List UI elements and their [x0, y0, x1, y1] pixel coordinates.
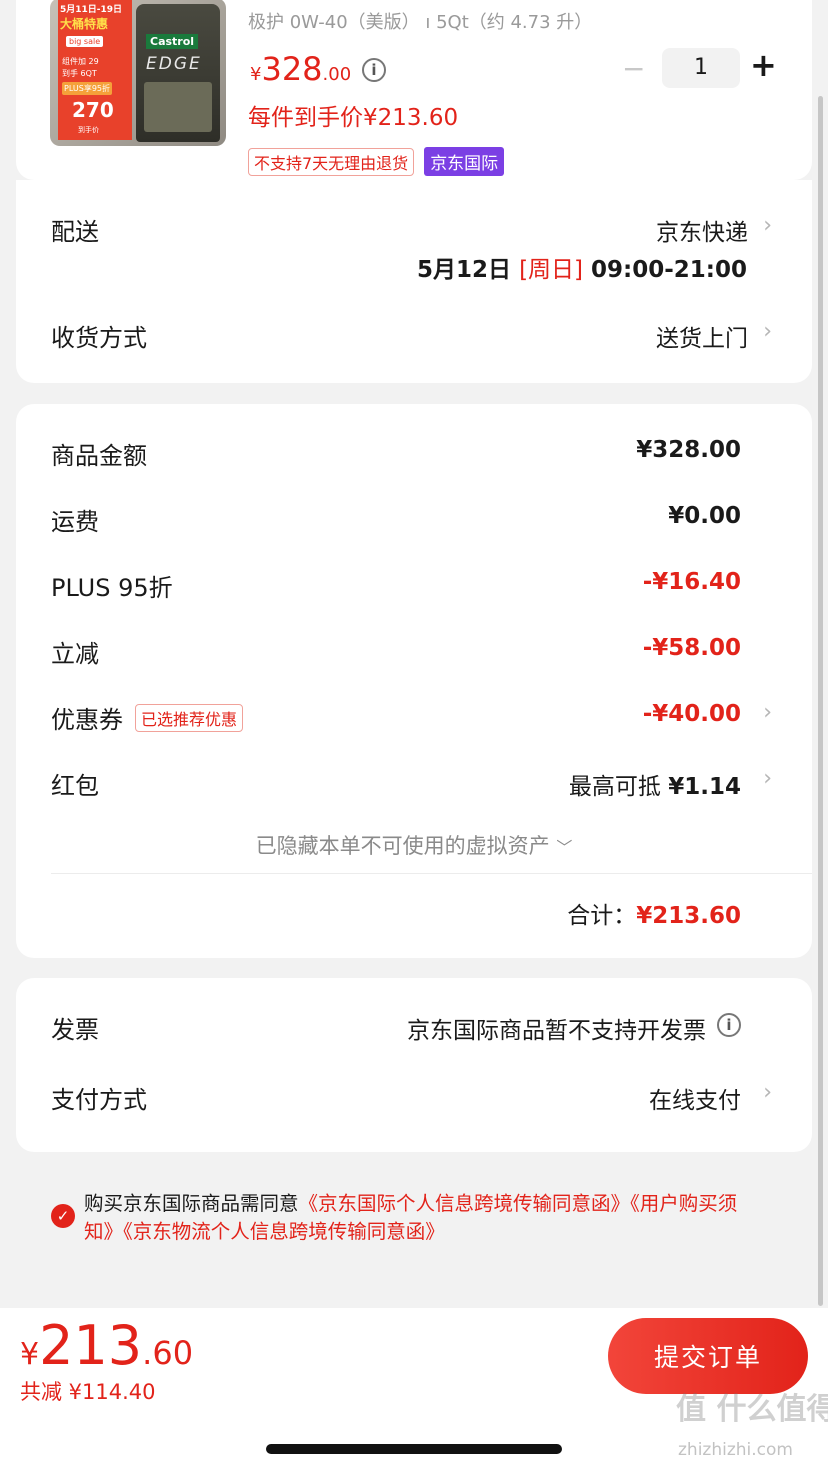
promo-line-1: 组件加 29 — [62, 57, 99, 66]
summary-value-coupon[interactable]: -¥40.00 — [643, 701, 741, 727]
summary-label-coupon: 优惠券 — [51, 706, 123, 734]
product-card: 5月11日-19日 大桶特惠 big sale 组件加 29 到手 6QT PL… — [16, 0, 812, 180]
agreement-checkbox[interactable]: ✓ — [51, 1204, 75, 1228]
promo-panel: 5月11日-19日 大桶特惠 big sale 组件加 29 到手 6QT PL… — [58, 0, 132, 140]
per-item-price: 每件到手价¥213.60 — [248, 105, 459, 131]
agreement-link-1[interactable]: 《京东国际个人信息跨境传输同意函》 — [299, 1192, 631, 1215]
total-label: 合计： — [567, 903, 637, 929]
payment-chevron-icon[interactable]: › — [763, 1080, 772, 1105]
summary-label-instant: 立减 — [51, 640, 99, 668]
receive-chevron-icon[interactable]: › — [763, 319, 772, 344]
summary-card: 商品金额 ¥328.00 运费 ¥0.00 PLUS 95折 -¥16.40 立… — [16, 404, 812, 958]
oil-bottle: Castrol EDGE — [136, 4, 220, 142]
qty-minus-button[interactable]: − — [622, 52, 645, 85]
divider — [51, 873, 812, 874]
invoice-value: 京东国际商品暂不支持开发票 — [407, 1018, 706, 1044]
promo-price: 270 — [72, 98, 114, 122]
delivery-method-row[interactable]: 京东快递 — [656, 213, 748, 247]
payment-label: 支付方式 — [51, 1086, 147, 1114]
check-icon: ✓ — [56, 1207, 70, 1225]
no-return-tag: 不支持7天无理由退货 — [248, 147, 415, 176]
invoice-info-icon[interactable]: i — [717, 1013, 741, 1037]
product-label: EDGE — [146, 54, 202, 74]
delivery-chevron-icon[interactable]: › — [763, 213, 772, 238]
agreement-link-3[interactable]: 《京东物流个人信息跨境传输同意函》 — [123, 1220, 445, 1243]
summary-total: 合计：¥213.60 — [567, 896, 741, 930]
coupon-row[interactable]: 优惠券 已选推荐优惠 — [51, 700, 244, 735]
redpacket-prefix: 最高可抵 — [568, 774, 661, 800]
big-sale-label: big sale — [66, 36, 104, 47]
delivery-weekday: [周日] — [519, 257, 584, 283]
watermark: 值 什么值得买 — [676, 1392, 828, 1427]
summary-value-instant: -¥58.00 — [642, 635, 741, 661]
delivery-label: 配送 — [51, 218, 99, 246]
summary-label-shipping: 运费 — [51, 508, 99, 536]
jd-intl-tag: 京东国际 — [424, 147, 505, 176]
delivery-time: 5月12日 [周日] 09:00-21:00 — [417, 250, 747, 284]
redpacket-value-row[interactable]: 最高可抵 ¥1.14 — [569, 767, 741, 801]
chevron-down-icon: ﹀ — [556, 838, 573, 857]
summary-value-plus: -¥16.40 — [642, 569, 741, 595]
home-indicator[interactable] — [266, 1444, 562, 1454]
delivery-card: 配送 京东快递 › 5月12日 [周日] 09:00-21:00 收货方式 送货… — [16, 180, 812, 383]
receive-label: 收货方式 — [51, 324, 147, 352]
payment-value[interactable]: 在线支付 — [649, 1081, 741, 1115]
brand-label: Castrol — [146, 34, 199, 49]
coupon-chevron-icon[interactable]: › — [763, 700, 772, 725]
summary-value-shipping: ¥0.00 — [668, 503, 741, 529]
qty-plus-button[interactable]: + — [750, 46, 777, 84]
product-price: ¥328.00 — [250, 50, 352, 88]
hidden-assets-toggle[interactable]: 已隐藏本单不可使用的虚拟资产 ﹀ — [16, 830, 812, 860]
agreement-prefix: 购买京东国际商品需同意 — [84, 1192, 299, 1215]
invoice-label: 发票 — [51, 1016, 99, 1044]
watermark-url: zhizhizhi.com — [678, 1440, 793, 1460]
redpacket-value: ¥1.14 — [668, 774, 741, 800]
promo-line-2: 到手 6QT — [62, 69, 97, 78]
product-title: 极护 0W-40（美版） ı 5Qt（约 4.73 升） — [248, 12, 593, 33]
agreement-text: 购买京东国际商品需同意《京东国际个人信息跨境传输同意函》《用户购买须知》《京东物… — [84, 1190, 764, 1246]
product-image[interactable]: 5月11日-19日 大桶特惠 big sale 组件加 29 到手 6QT PL… — [50, 0, 226, 146]
plus-badge: PLUS享95折 — [62, 82, 112, 95]
quantity-input[interactable]: 1 — [662, 48, 740, 88]
summary-label-goods: 商品金额 — [51, 442, 147, 470]
delivery-method: 京东快递 — [656, 220, 748, 246]
submit-order-button[interactable]: 提交订单 — [608, 1318, 808, 1394]
summary-label-redpacket: 红包 — [51, 772, 99, 800]
delivery-window: 09:00-21:00 — [591, 257, 747, 283]
redpacket-chevron-icon[interactable]: › — [763, 766, 772, 791]
summary-value-goods: ¥328.00 — [636, 437, 741, 463]
promo-footnote: 到手价 — [78, 126, 99, 134]
bottom-total-price: ¥213.60 — [20, 1314, 194, 1377]
label-panel — [144, 82, 212, 132]
receive-value[interactable]: 送货上门 — [656, 319, 748, 353]
invoice-card: 发票 京东国际商品暂不支持开发票 i 支付方式 在线支付 › — [16, 978, 812, 1152]
price-info-icon[interactable]: i — [362, 58, 386, 82]
coupon-selected-tag: 已选推荐优惠 — [135, 703, 244, 732]
scrollbar[interactable] — [818, 96, 823, 1306]
summary-label-plus: PLUS 95折 — [51, 574, 173, 602]
total-value: ¥213.60 — [636, 903, 741, 929]
bottom-bar: ¥213.60 共减 ¥114.40 提交订单 值 什么值得买 zhizhizh… — [0, 1308, 828, 1472]
product-tags: 不支持7天无理由退货 京东国际 — [248, 147, 505, 176]
delivery-date: 5月12日 — [417, 257, 512, 283]
promo-title: 大桶特惠 — [60, 17, 109, 31]
hidden-assets-text: 已隐藏本单不可使用的虚拟资产 — [255, 834, 550, 858]
bottom-saved: 共减 ¥114.40 — [20, 1380, 156, 1404]
promo-date: 5月11日-19日 — [60, 5, 123, 15]
